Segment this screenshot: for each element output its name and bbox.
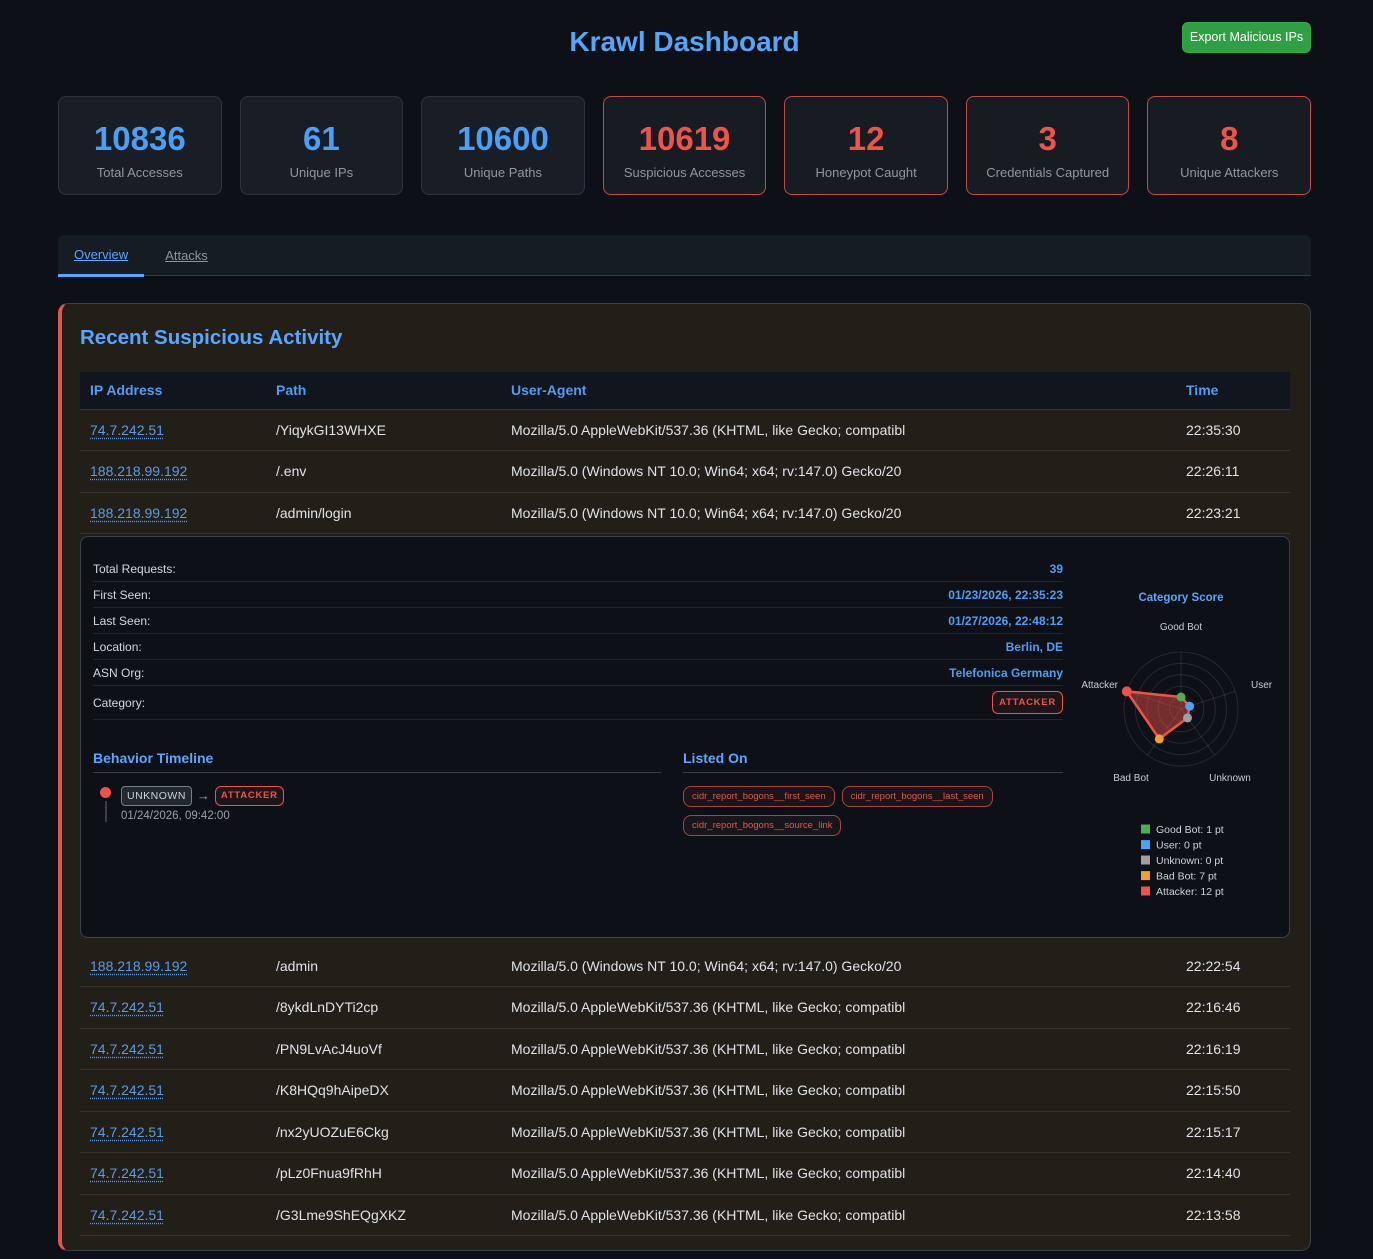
svg-text:User: User [1251,680,1273,691]
svg-text:Good Bot: Good Bot [1160,622,1202,633]
svg-text:Bad Bot: 7 pt: Bad Bot: 7 pt [1156,871,1217,883]
svg-text:Unknown: Unknown [1209,773,1251,784]
svg-text:Good Bot: 1 pt: Good Bot: 1 pt [1156,824,1224,836]
svg-text:User: 0 pt: User: 0 pt [1156,840,1202,852]
svg-text:Attacker: Attacker [1081,680,1118,691]
svg-text:Category Score: Category Score [1138,592,1223,604]
svg-text:Bad Bot: Bad Bot [1113,773,1149,784]
svg-text:Attacker: 12 pt: Attacker: 12 pt [1156,886,1224,898]
svg-text:Unknown: 0 pt: Unknown: 0 pt [1156,855,1223,867]
